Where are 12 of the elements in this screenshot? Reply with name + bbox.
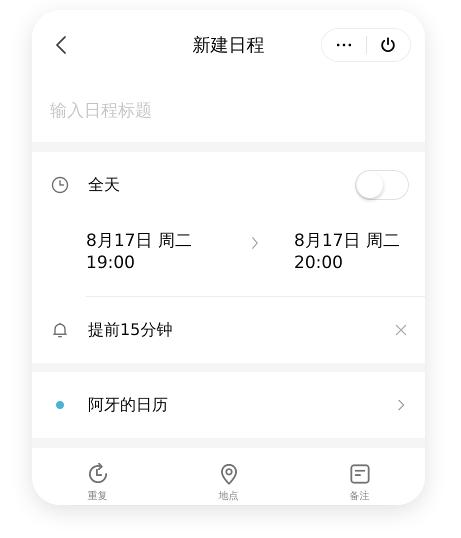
end-datetime[interactable]: 8月17日 周二 20:00 [294, 230, 400, 274]
page-title: 新建日程 [192, 34, 264, 58]
reminder-label[interactable]: 提前15分钟 [88, 318, 172, 342]
note-button[interactable]: 备注 [320, 460, 400, 505]
calendar-name[interactable]: 阿牙的日历 [88, 393, 168, 418]
all-day-toggle[interactable] [355, 170, 409, 200]
location-button[interactable]: 地点 [188, 460, 268, 505]
clock-icon [50, 174, 70, 195]
start-datetime[interactable]: 8月17日 周二 19:00 [86, 230, 246, 274]
repeat-button[interactable]: 重复 [58, 460, 138, 505]
bell-icon [50, 320, 70, 340]
all-day-label: 全天 [88, 174, 120, 196]
